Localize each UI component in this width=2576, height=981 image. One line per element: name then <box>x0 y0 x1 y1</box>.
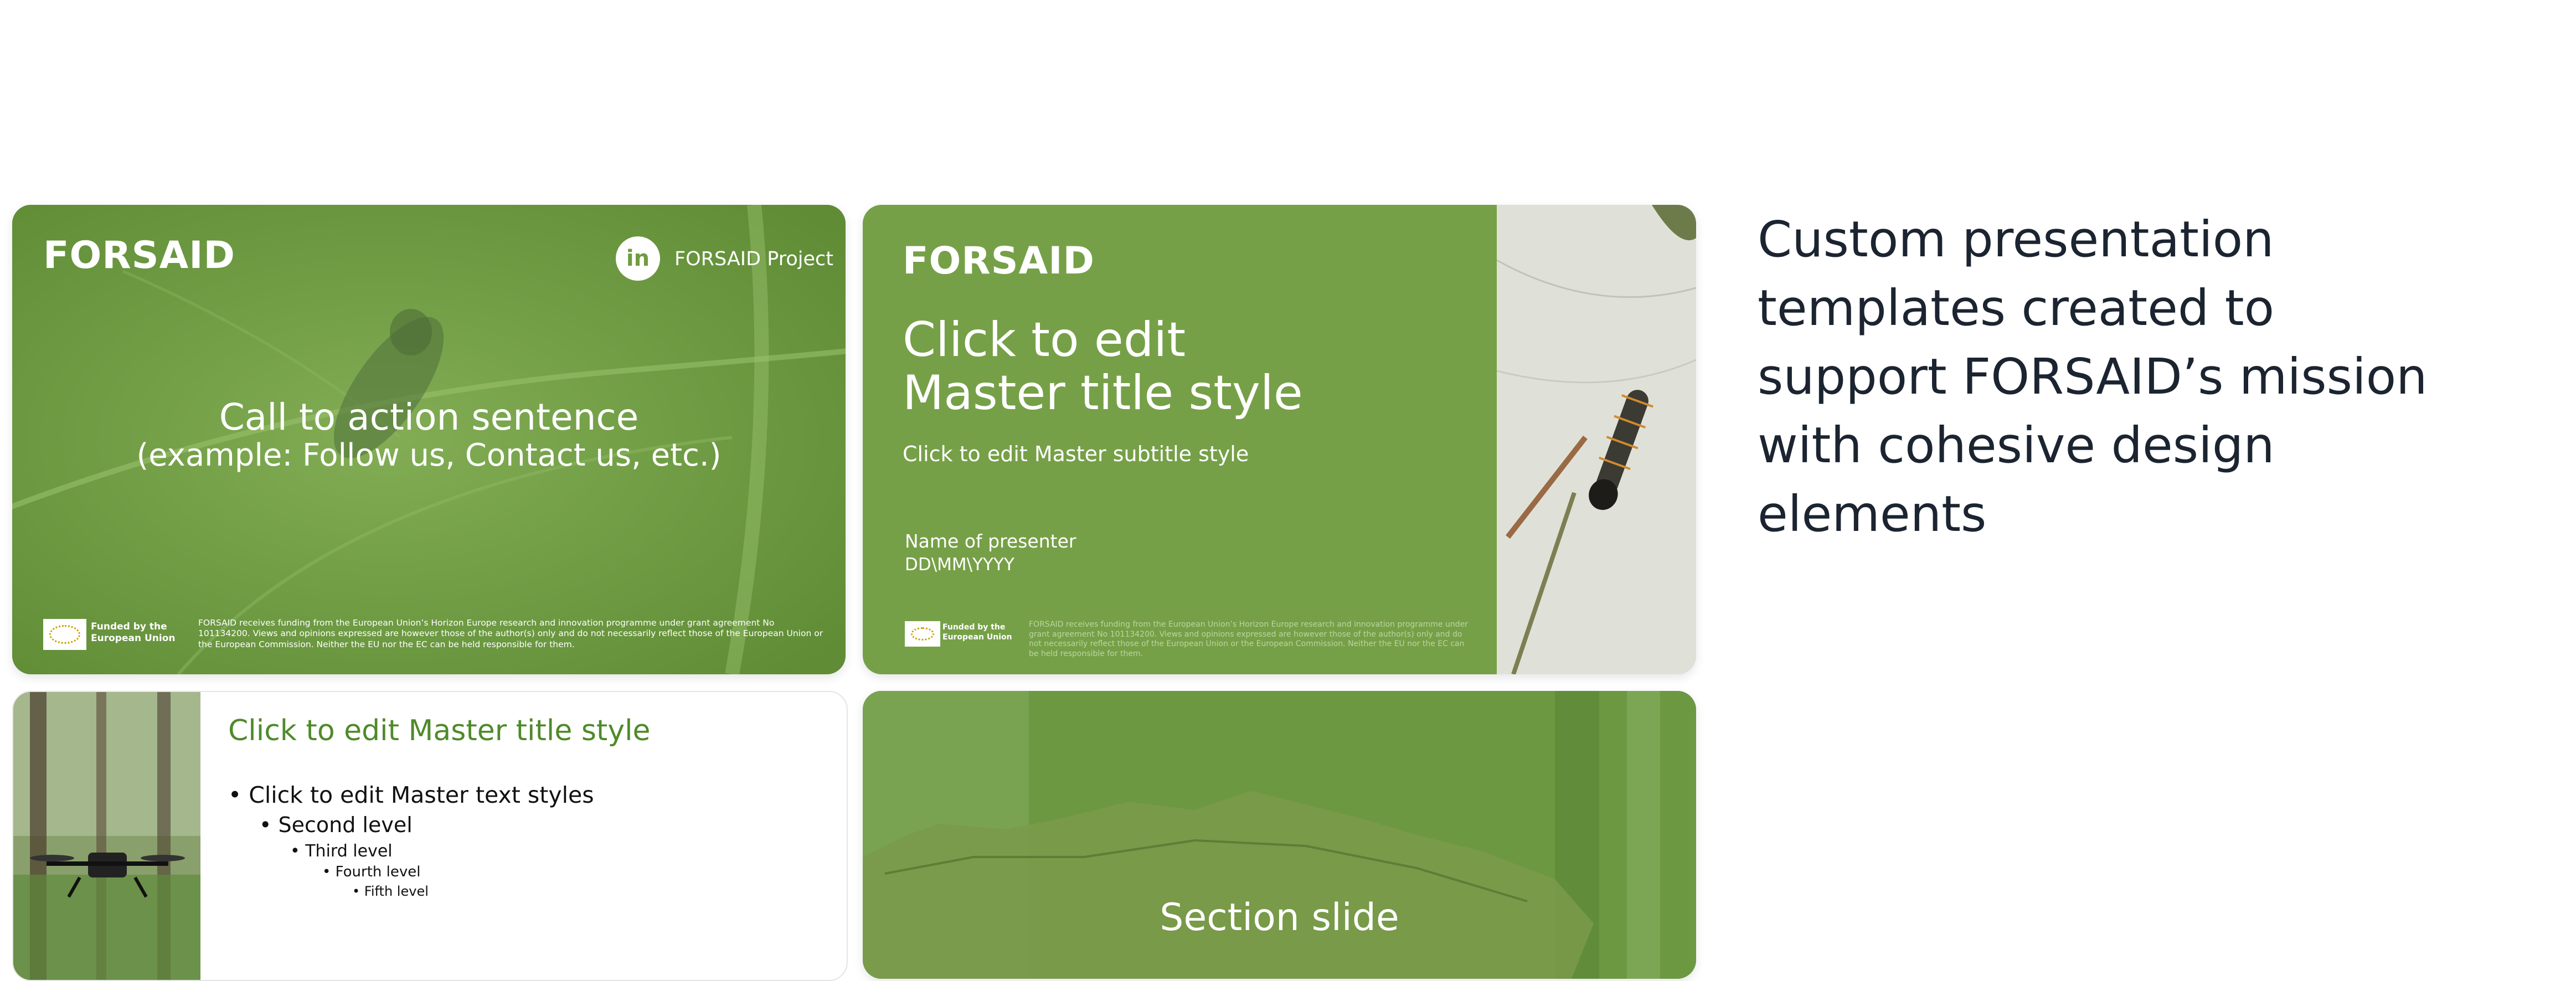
templates-description: Custom presentation templates created to… <box>1758 210 2428 543</box>
text-level-2: • Second level <box>259 813 413 837</box>
slide-thumbnail-content[interactable]: Click to edit Master title style • Click… <box>12 691 848 981</box>
forsaid-logo: FORSAID <box>903 239 1095 283</box>
linkedin-label: FORSAID Project <box>674 248 833 270</box>
caterpillar-photo <box>1497 205 1696 674</box>
section-title: Section slide <box>1160 896 1399 939</box>
funding-disclaimer: FORSAID receives funding from the Europe… <box>1029 620 1468 658</box>
linkedin-icon[interactable]: in <box>616 236 660 281</box>
cta-headline: Call to action sentence <box>219 396 639 438</box>
cta-subline: (example: Follow us, Contact us, etc.) <box>136 437 722 473</box>
text-level-4: • Fourth level <box>322 864 421 880</box>
presenter-name: Name of presenter <box>905 530 1076 552</box>
slide-thumbnail-section[interactable]: Section slide <box>863 691 1696 979</box>
slide-thumbnail-title[interactable]: FORSAID Click to edit Master title style… <box>863 205 1696 674</box>
forsaid-logo: FORSAID <box>43 234 235 277</box>
eu-flag-icon <box>43 619 86 650</box>
funding-disclaimer: FORSAID receives funding from the Europe… <box>198 618 823 649</box>
slide-thumbnail-cta[interactable]: FORSAID in FORSAID Project Call to actio… <box>12 205 846 674</box>
text-level-5: • Fifth level <box>352 884 429 899</box>
slide-master-title: Click to edit Master title style <box>228 714 651 747</box>
eu-funded-label: Funded by the European Union <box>942 623 1012 642</box>
drone-photo <box>13 692 200 980</box>
text-level-1: • Click to edit Master text styles <box>228 782 594 808</box>
eu-flag-icon <box>905 621 940 647</box>
presentation-date: DD\MM\YYYY <box>905 555 1014 575</box>
eu-funded-label: Funded by the European Union <box>91 621 176 644</box>
text-level-3: • Third level <box>290 841 393 861</box>
slide-master-title: Click to edit Master title style <box>903 312 1303 421</box>
slide-master-subtitle: Click to edit Master subtitle style <box>903 442 1249 466</box>
